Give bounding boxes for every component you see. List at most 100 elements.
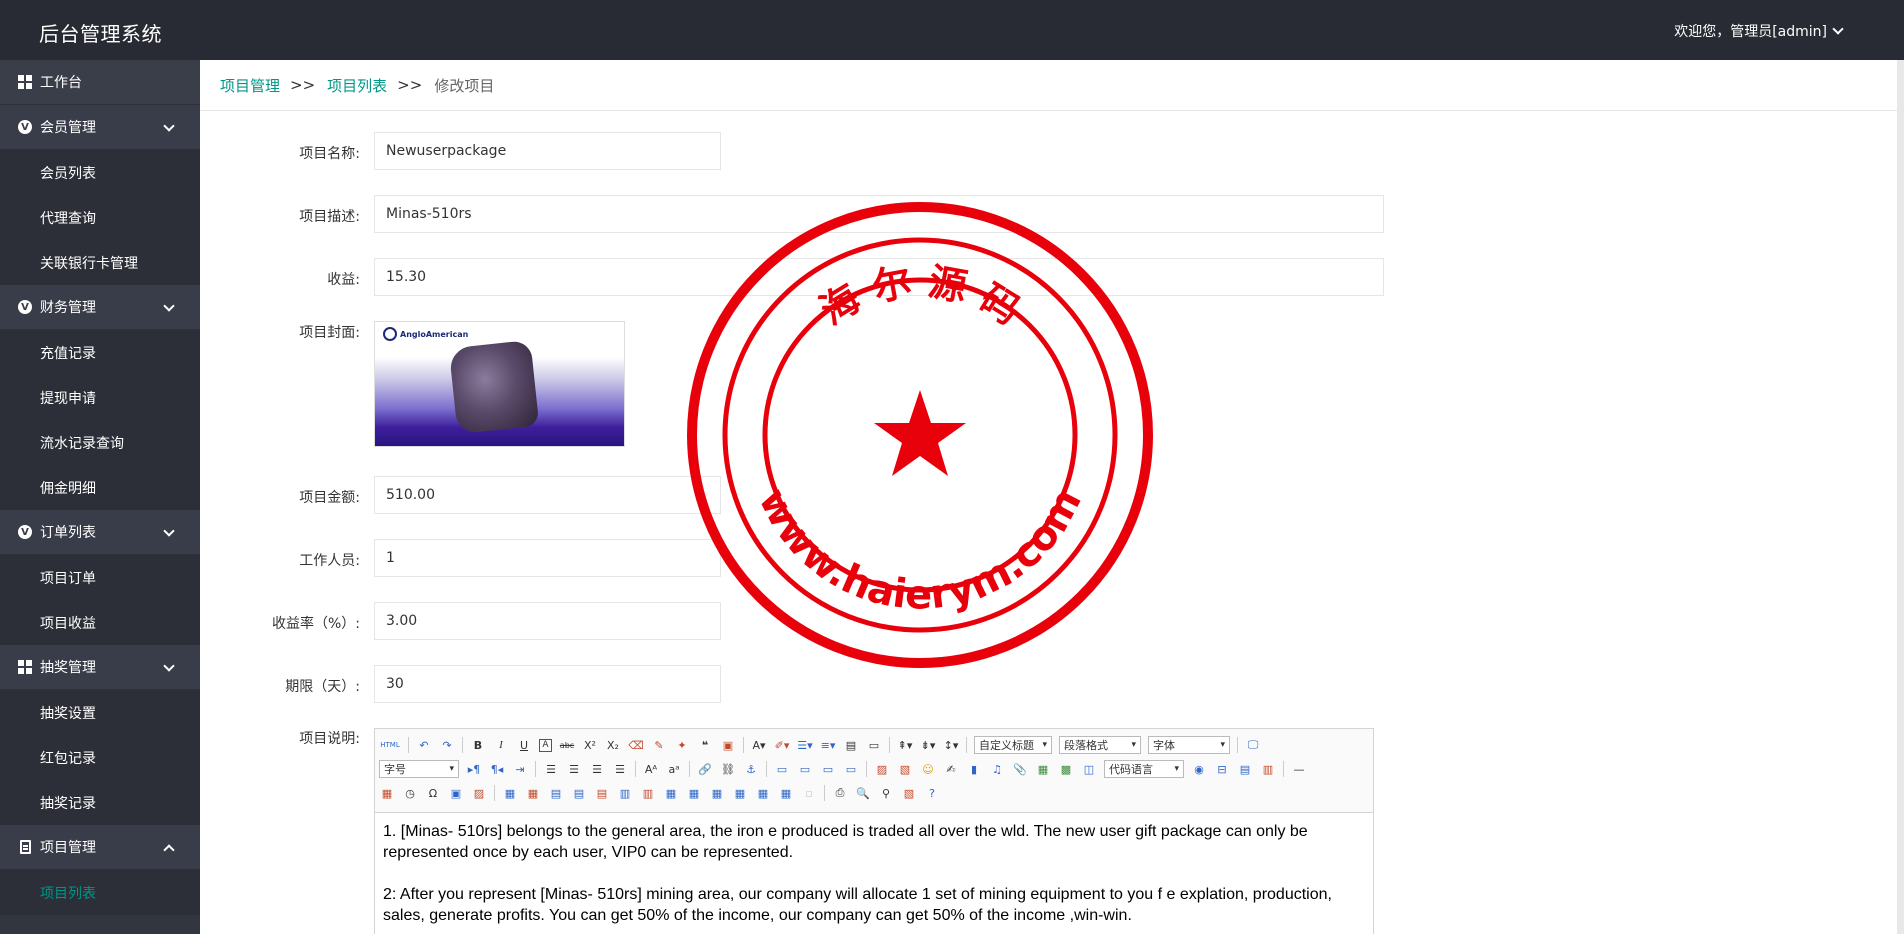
blockquote-icon[interactable]: ❝ (697, 737, 713, 753)
merge-right-icon[interactable]: ▦ (686, 785, 702, 801)
align-right-icon[interactable]: ☰ (589, 761, 605, 777)
merge-cells-icon[interactable]: ▦ (663, 785, 679, 801)
emoticon-icon[interactable]: ☺ (920, 761, 936, 777)
delete-col-icon[interactable]: ▥ (640, 785, 656, 801)
superscript-icon[interactable]: X² (582, 737, 598, 753)
line-height-icon[interactable]: ↕▾ (943, 737, 959, 753)
wordimage-icon[interactable]: ▣ (448, 785, 464, 801)
sidebar-item-bank-cards[interactable]: 关联银行卡管理 (0, 240, 200, 285)
select-all-icon[interactable]: ▤ (843, 737, 859, 753)
special-chars-icon[interactable]: Ω (425, 785, 441, 801)
sidebar-group-orders[interactable]: V 订单列表 (0, 510, 200, 555)
align-left-icon[interactable]: ☰ (543, 761, 559, 777)
drafts-icon[interactable]: ▧ (901, 785, 917, 801)
font-family-select[interactable]: 字体 (1148, 736, 1230, 754)
sidebar-item-agent-query[interactable]: 代理查询 (0, 195, 200, 240)
sidebar-item-flow[interactable]: 流水记录查询 (0, 420, 200, 465)
sidebar-item-member-list[interactable]: 会员列表 (0, 150, 200, 195)
project-desc-input[interactable]: Minas-510rs (374, 195, 1384, 233)
align-justify-icon[interactable]: ☰ (612, 761, 628, 777)
user-menu[interactable]: 欢迎您，管理员[admin] (1674, 21, 1844, 41)
amount-input[interactable]: 510.00 (374, 476, 721, 514)
delete-table-icon[interactable]: ▦ (525, 785, 541, 801)
sidebar-item-recharge[interactable]: 充值记录 (0, 330, 200, 375)
image-center-icon[interactable]: ▭ (843, 761, 859, 777)
sidebar-item-project-list[interactable]: 项目列表 (0, 870, 200, 915)
sidebar-item-lottery-settings[interactable]: 抽奖设置 (0, 690, 200, 735)
horizontal-rule-icon[interactable]: — (1291, 761, 1307, 777)
template-icon[interactable]: ▤ (1237, 761, 1253, 777)
sidebar-item-dashboard[interactable]: 工作台 (0, 60, 200, 105)
unlink-icon[interactable]: ⛓ (720, 761, 736, 777)
eraser-icon[interactable]: ⌫ (628, 737, 644, 753)
multi-image-icon[interactable]: ▧ (897, 761, 913, 777)
strikethrough-icon[interactable]: abc (559, 737, 575, 753)
sidebar-item-redpacket-records[interactable]: 红包记录 (0, 735, 200, 780)
insert-frame-icon[interactable]: ◫ (1081, 761, 1097, 777)
image-left-icon[interactable]: ▭ (797, 761, 813, 777)
ltr-icon[interactable]: ▸¶ (466, 761, 482, 777)
sidebar-item-commission[interactable]: 佣金明细 (0, 465, 200, 510)
undo-icon[interactable]: ↶ (416, 737, 432, 753)
clear-doc-icon[interactable]: ▭ (866, 737, 882, 753)
project-name-input[interactable]: Newuserpackage (374, 132, 721, 170)
date-icon[interactable]: ▦ (379, 785, 395, 801)
video-icon[interactable]: ▮ (966, 761, 982, 777)
attachment-icon[interactable]: 📎 (1012, 761, 1028, 777)
italic-icon[interactable]: I (493, 737, 509, 753)
scrawl-icon[interactable]: ✍ (943, 761, 959, 777)
image-none-icon[interactable]: ▭ (774, 761, 790, 777)
rate-input[interactable]: 3.00 (374, 602, 721, 640)
sidebar-item-project-orders[interactable]: 项目订单 (0, 555, 200, 600)
insert-table-icon[interactable]: ▦ (502, 785, 518, 801)
rich-text-editor[interactable]: HTML ↶ ↷ B I U A abc X² X₂ ⌫ ✎ ✦ ❝ ▣ A▾ … (374, 728, 1374, 934)
sidebar-group-members[interactable]: V 会员管理 (0, 105, 200, 150)
print-icon[interactable]: ⎙ (832, 785, 848, 801)
font-color-icon[interactable]: A▾ (751, 737, 767, 753)
align-center-icon[interactable]: ☰ (566, 761, 582, 777)
html-source-icon[interactable]: HTML (379, 737, 401, 753)
rtl-icon[interactable]: ¶◂ (489, 761, 505, 777)
sidebar-group-finance[interactable]: V 财务管理 (0, 285, 200, 330)
split-rows-icon[interactable]: ▦ (755, 785, 771, 801)
insert-row-icon[interactable]: ▤ (571, 785, 587, 801)
fullscreen-icon[interactable]: 🖵 (1245, 737, 1261, 753)
period-input[interactable]: 30 (374, 665, 721, 703)
time-icon[interactable]: ◷ (402, 785, 418, 801)
income-input[interactable]: 15.30 (374, 258, 1384, 296)
breadcrumb-link-projects[interactable]: 项目管理 (220, 75, 280, 96)
unordered-list-icon[interactable]: ≡▾ (820, 737, 836, 753)
single-image-icon[interactable]: ▨ (874, 761, 890, 777)
row-spacing-top-icon[interactable]: ⇞▾ (897, 737, 913, 753)
editor-content[interactable]: 1. [Minas- 510rs] belongs to the general… (375, 813, 1373, 934)
insert-col-icon[interactable]: ▥ (617, 785, 633, 801)
word-import-icon[interactable]: ▨ (471, 785, 487, 801)
font-border-icon[interactable]: A (539, 738, 552, 752)
page-scrollbar[interactable] (1897, 60, 1904, 934)
map-icon[interactable]: ▦ (1035, 761, 1051, 777)
redo-icon[interactable]: ↷ (439, 737, 455, 753)
split-cols-icon[interactable]: ▦ (778, 785, 794, 801)
search-replace-icon[interactable]: ⚲ (878, 785, 894, 801)
lowercase-icon[interactable]: aᵃ (666, 761, 682, 777)
subscript-icon[interactable]: X₂ (605, 737, 621, 753)
help-icon[interactable]: ? (924, 785, 940, 801)
anchor-icon[interactable]: ⚓ (743, 761, 759, 777)
indent-icon[interactable]: ⇥ (512, 761, 528, 777)
breadcrumb-link-project-list[interactable]: 项目列表 (327, 75, 387, 96)
paste-plain-icon[interactable]: ▣ (720, 737, 736, 753)
row-spacing-bottom-icon[interactable]: ⇟▾ (920, 737, 936, 753)
music-icon[interactable]: ♫ (989, 761, 1005, 777)
split-cells-icon[interactable]: ▦ (732, 785, 748, 801)
format-brush-icon[interactable]: ✎ (651, 737, 667, 753)
bold-icon[interactable]: B (470, 737, 486, 753)
pagebreak-icon[interactable]: ⊟ (1214, 761, 1230, 777)
code-language-select[interactable]: 代码语言 (1104, 760, 1184, 778)
underline-icon[interactable]: U (516, 737, 532, 753)
gmap-icon[interactable]: ▩ (1058, 761, 1074, 777)
custom-title-select[interactable]: 自定义标题 (974, 736, 1052, 754)
preview-icon[interactable]: 🔍 (855, 785, 871, 801)
sidebar-item-withdraw[interactable]: 提现申请 (0, 375, 200, 420)
paragraph-format-select[interactable]: 段落格式 (1059, 736, 1141, 754)
ordered-list-icon[interactable]: ☰▾ (797, 737, 813, 753)
